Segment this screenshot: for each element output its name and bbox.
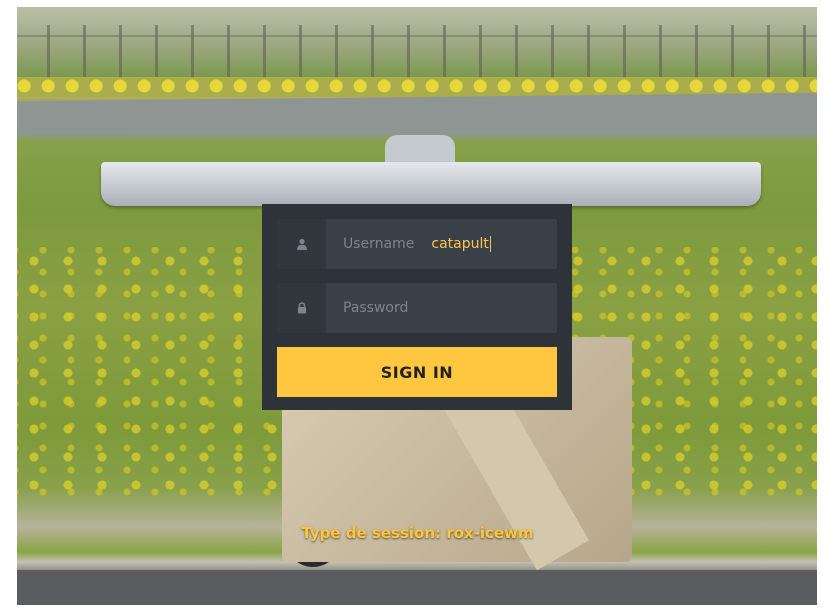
login-panel: Username catapult Password SIGN IN: [262, 204, 572, 410]
password-field[interactable]: Password: [277, 283, 557, 333]
runway: [17, 92, 817, 132]
drone-wing: [101, 162, 761, 206]
username-value[interactable]: catapult: [431, 236, 491, 252]
session-type-label: Type de session: rox-icewm: [301, 524, 534, 542]
road: [17, 570, 817, 605]
fence: [17, 25, 817, 77]
text-caret: [489, 236, 491, 252]
username-field[interactable]: Username catapult: [277, 219, 557, 269]
username-text: catapult: [431, 236, 489, 252]
password-placeholder: Password: [343, 300, 409, 316]
sign-in-button[interactable]: SIGN IN: [277, 347, 557, 397]
user-icon: [277, 219, 326, 269]
username-placeholder: Username: [343, 236, 415, 252]
lock-icon: [277, 283, 326, 333]
fence-wire: [17, 35, 817, 37]
